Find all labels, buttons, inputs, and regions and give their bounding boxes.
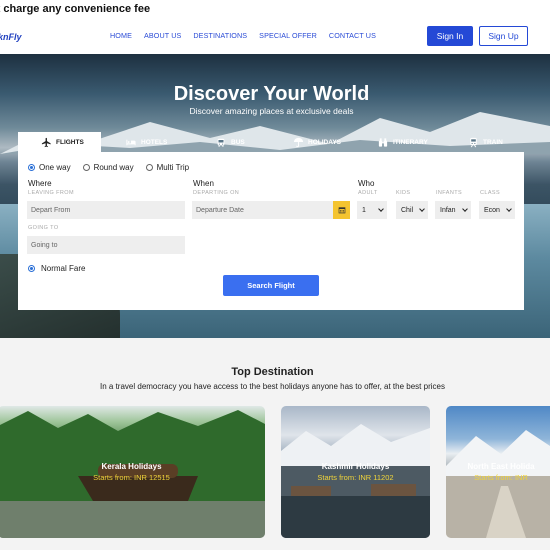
chevron-down-icon [378, 206, 384, 212]
tab-holidays[interactable]: HOLIDAYS [270, 132, 357, 152]
tab-train[interactable]: TRAIN [447, 132, 524, 152]
leaving-from-label: LEAVING FROM [28, 190, 74, 196]
binoculars-icon [377, 136, 389, 148]
radio-normal-fare[interactable] [28, 265, 35, 272]
kashmir-scene-image [281, 424, 430, 538]
chevron-down-icon [506, 206, 512, 212]
flight-search-panel: One way Round way Multi Trip Where LEAVI… [18, 152, 524, 310]
tab-flights[interactable]: FLIGHTS [18, 132, 101, 152]
card-kashmir-price: Starts from: INR 11202 [317, 473, 394, 482]
tab-hotels[interactable]: HOTELS [101, 132, 193, 152]
class-select[interactable]: Econ [479, 201, 515, 219]
top-destination-section: Top Destination In a travel democracy yo… [0, 338, 550, 550]
trip-type-group: One way Round way Multi Trip [28, 163, 189, 172]
kids-select-value: Chil [401, 206, 414, 214]
bus-icon [215, 136, 227, 148]
tab-bus-label: BUS [231, 138, 245, 146]
trip-type-one-way[interactable]: One way [28, 163, 71, 172]
card-kerala-price: Starts from: INR 12515 [93, 473, 170, 482]
radio-one-way[interactable] [28, 164, 35, 171]
search-flight-button[interactable]: Search Flight [223, 275, 319, 296]
hero-subtitle: Discover amazing places at exclusive dea… [189, 106, 354, 116]
infants-label: INFANTS [436, 190, 463, 196]
chevron-down-icon [462, 206, 468, 212]
destination-card-kashmir[interactable]: Kashmir Holidays Starts from: INR 11202 [281, 406, 430, 538]
normal-fare-label: Normal Fare [41, 264, 86, 273]
sign-up-button[interactable]: Sign Up [479, 26, 528, 46]
train-icon [467, 136, 479, 148]
trip-type-round-way-label: Round way [93, 163, 134, 172]
nav-links: HOME ABOUT US DESTINATIONS SPECIAL OFFER… [110, 31, 376, 40]
when-label: When [193, 179, 214, 188]
promo-strip: 't charge any convenience fee [0, 0, 550, 18]
destination-card-north-east[interactable]: North East Holida Starts from: INR [446, 406, 550, 538]
where-label: Where [28, 179, 52, 188]
normal-fare-option[interactable]: Normal Fare [28, 264, 85, 273]
calendar-icon [338, 207, 345, 214]
plane-icon [40, 136, 52, 148]
promo-text: 't charge any convenience fee [0, 3, 151, 15]
class-select-value: Econ [484, 206, 500, 214]
departing-on-label: DEPARTING ON [193, 190, 240, 196]
kids-label: KIDS [396, 190, 411, 196]
adult-label: ADULT [358, 190, 378, 196]
tab-hotels-label: HOTELS [141, 138, 168, 146]
north-east-scene-image [446, 430, 550, 538]
trip-type-one-way-label: One way [39, 163, 71, 172]
nav-link-special-offer[interactable]: SPECIAL OFFER [259, 31, 317, 40]
who-label: Who [358, 179, 375, 188]
tab-bus[interactable]: BUS [193, 132, 270, 152]
hero-title: Discover Your World [173, 83, 370, 105]
infants-select[interactable]: Infan [435, 201, 471, 219]
going-to-input[interactable]: Going to [27, 236, 185, 254]
radio-round-way[interactable] [82, 164, 90, 171]
infants-select-value: Infan [440, 206, 456, 214]
nav-link-home[interactable]: HOME [110, 31, 132, 40]
radio-multi-trip[interactable] [145, 164, 153, 171]
adult-select-value: 1 [362, 206, 366, 214]
nav-link-contact-us[interactable]: CONTACT US [329, 31, 376, 40]
trip-type-multi-trip-label: Multi Trip [156, 163, 190, 172]
going-to-label: GOING TO [28, 225, 59, 231]
tab-itinerary[interactable]: ITINERARY [357, 132, 447, 152]
depart-from-input[interactable]: Depart From [27, 201, 185, 219]
kerala-scene-image [0, 410, 265, 538]
navbar: knFly HOME ABOUT US DESTINATIONS SPECIAL… [0, 18, 550, 54]
kids-select[interactable]: Chil [396, 201, 428, 219]
tab-flights-label: FLIGHTS [56, 138, 84, 146]
booking-tabs: FLIGHTS HOTELS BUS HOLIDAYS ITINERARY TR… [18, 132, 524, 152]
nav-link-destinations[interactable]: DESTINATIONS [193, 31, 247, 40]
calendar-button[interactable] [333, 201, 350, 219]
card-north-east-price: Starts from: INR [474, 473, 528, 482]
tab-holidays-label: HOLIDAYS [308, 138, 341, 146]
sign-in-button[interactable]: Sign In [427, 26, 473, 46]
tab-train-label: TRAIN [483, 138, 503, 146]
nav-link-about-us[interactable]: ABOUT US [144, 31, 181, 40]
trip-type-multi-trip[interactable]: Multi Trip [145, 163, 190, 172]
tab-itinerary-label: ITINERARY [393, 138, 428, 146]
card-north-east-name: North East Holida [467, 462, 535, 471]
chevron-down-icon [419, 206, 425, 212]
departure-date-input[interactable]: Departure Date [192, 201, 333, 219]
logo[interactable]: knFly [0, 32, 22, 42]
card-kerala-name: Kerala Holidays [101, 462, 162, 471]
destination-card-kerala[interactable]: Kerala Holidays Starts from: INR 12515 [0, 406, 265, 538]
umbrella-icon [292, 136, 304, 148]
trip-type-round-way[interactable]: Round way [82, 163, 134, 172]
adult-select[interactable]: 1 [357, 201, 387, 219]
section-subtitle: In a travel democracy you have access to… [100, 382, 445, 391]
class-label: CLASS [480, 190, 501, 196]
bed-icon [125, 136, 137, 148]
section-title: Top Destination [231, 366, 314, 378]
card-kashmir-name: Kashmir Holidays [321, 462, 390, 471]
